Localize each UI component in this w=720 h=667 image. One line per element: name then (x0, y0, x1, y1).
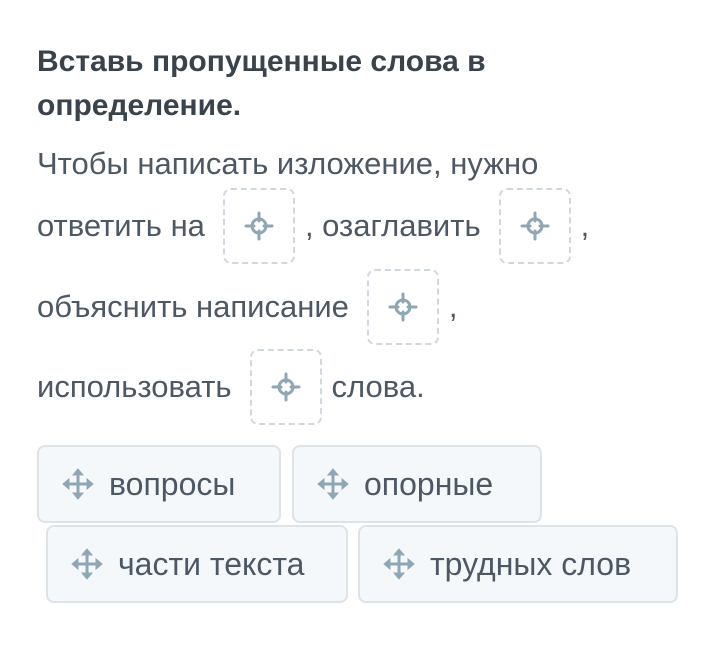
sentence-line-2: ответить на , озаглавить , (37, 186, 589, 266)
target-icon (244, 211, 274, 241)
sentence-text-6: , (448, 289, 458, 324)
move-icon (71, 548, 103, 580)
drop-zone-4[interactable] (249, 349, 322, 425)
sentence-line-3: объяснить написание , (37, 267, 458, 347)
sentence-text-2: ответить на (37, 208, 205, 243)
sentence-text-4: , (580, 208, 590, 243)
sentence-text-8: слова. (331, 369, 425, 404)
move-icon (317, 468, 349, 500)
option-label: опорные (364, 465, 494, 502)
target-icon (388, 292, 418, 322)
drop-zone-1[interactable] (222, 188, 295, 264)
move-icon (383, 548, 415, 580)
target-icon (520, 211, 550, 241)
sentence-text-7: использовать (37, 369, 232, 404)
option-chip-opornye[interactable]: опорные (292, 445, 542, 523)
sentence-text-5: объяснить написание (37, 289, 349, 324)
option-chip-trudnyh-slov[interactable]: трудных слов (358, 525, 678, 603)
option-chip-chasti-teksta[interactable]: части текста (46, 525, 348, 603)
option-chip-voprosy[interactable]: вопросы (37, 445, 281, 523)
drop-zone-2[interactable] (498, 188, 571, 264)
sentence-text-1: Чтобы написать изложение, нужно (37, 146, 539, 181)
option-label: вопросы (109, 465, 236, 502)
target-icon (271, 372, 301, 402)
option-label: части текста (118, 545, 305, 582)
sentence-text-3: , озаглавить (304, 208, 481, 243)
option-label: трудных слов (430, 545, 632, 582)
sentence-line-4: использовать слова. (37, 347, 425, 427)
drop-zone-3[interactable] (366, 269, 439, 345)
task-title: Вставь пропущенные слова в определение. (37, 45, 486, 122)
move-icon (62, 468, 94, 500)
